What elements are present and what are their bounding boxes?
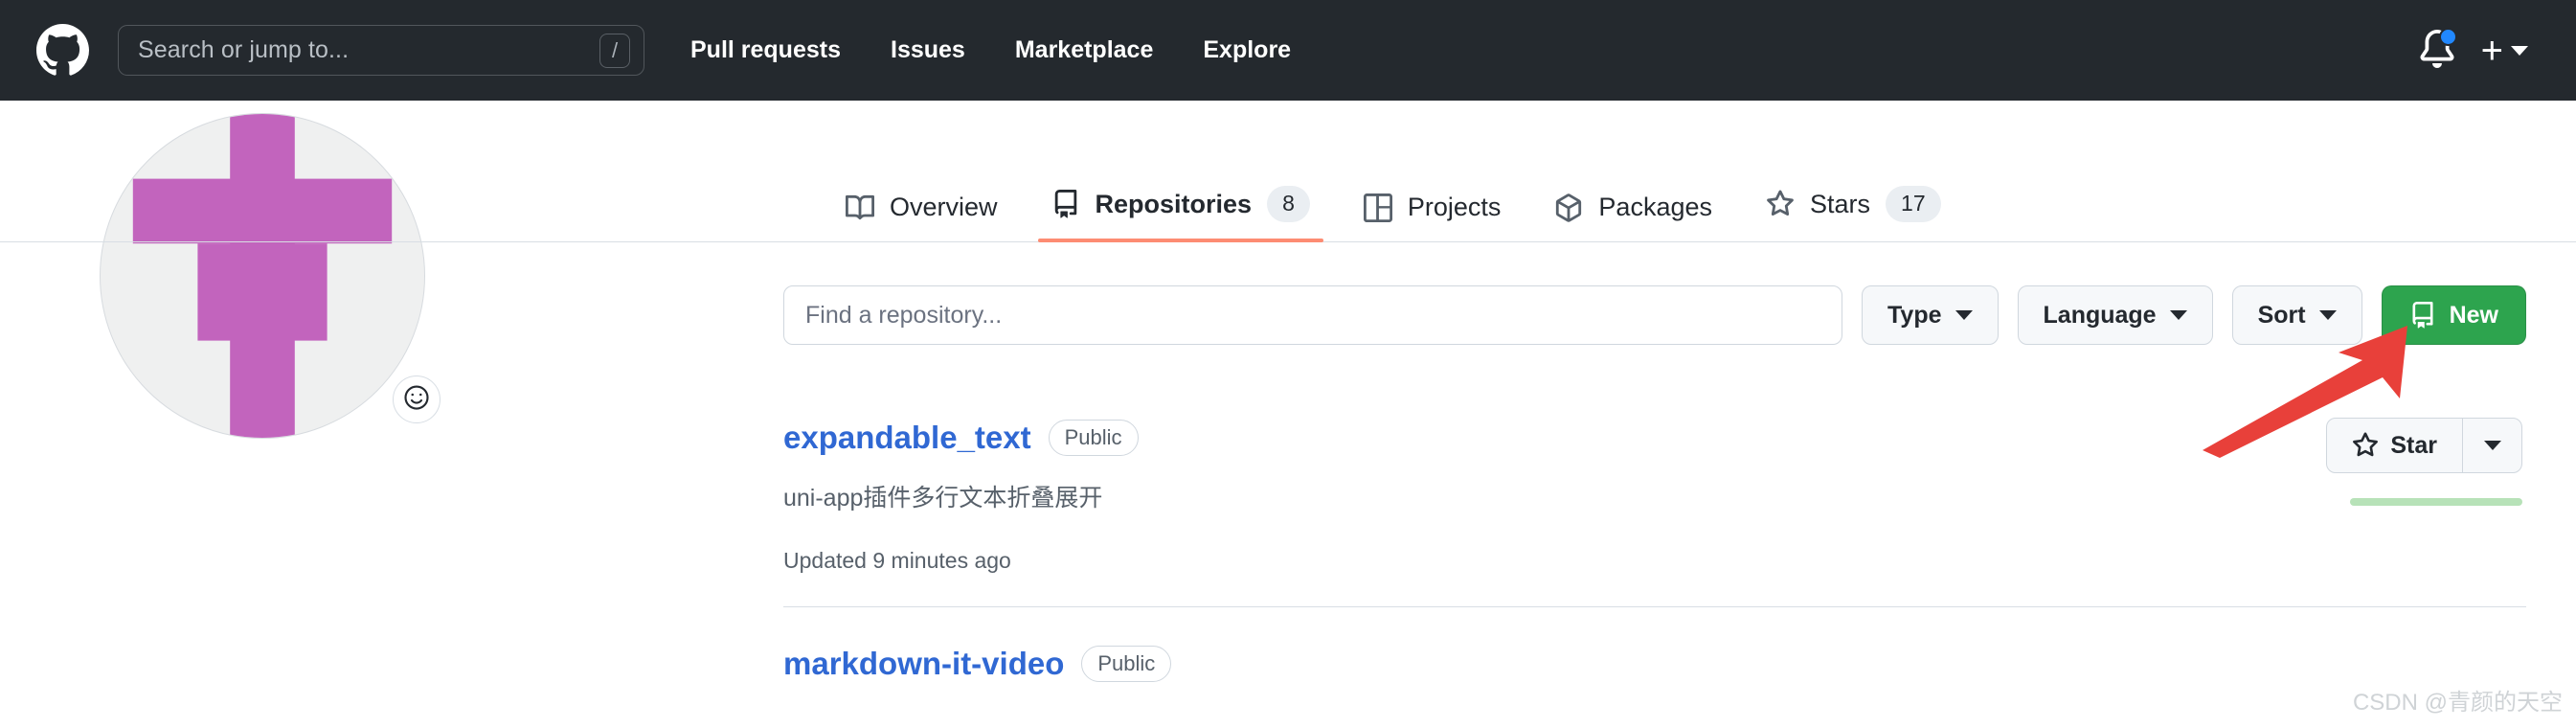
find-repository-placeholder: Find a repository... xyxy=(805,301,1003,329)
sort-filter-label: Sort xyxy=(2257,301,2306,329)
tab-label: Overview xyxy=(890,193,998,221)
tab-packages[interactable]: Packages xyxy=(1527,193,1739,241)
repository-list: expandable_text Public uni-app插件多行文本折叠展开… xyxy=(783,381,2526,728)
repository-description: uni-app插件多行文本折叠展开 xyxy=(783,485,1103,512)
star-button-label: Star xyxy=(2390,431,2437,459)
repository-heading: markdown-it-video Public xyxy=(783,646,2526,682)
chevron-down-icon xyxy=(2318,310,2337,320)
github-mark-icon[interactable] xyxy=(36,24,89,77)
language-filter-label: Language xyxy=(2043,301,2157,329)
repository-name-link[interactable]: expandable_text xyxy=(783,420,1031,456)
tab-label: Projects xyxy=(1407,193,1502,221)
notifications-button[interactable] xyxy=(2418,27,2457,72)
star-icon xyxy=(2352,432,2379,459)
repository-heading: expandable_text Public xyxy=(783,420,2526,456)
chevron-down-icon xyxy=(2511,45,2528,56)
tab-label: Repositories xyxy=(1095,189,1253,218)
search-placeholder: Search or jump to... xyxy=(138,36,350,63)
create-new-button[interactable]: + xyxy=(2480,29,2528,72)
package-icon xyxy=(1554,193,1583,222)
project-icon xyxy=(1363,193,1392,222)
notification-unread-dot xyxy=(2438,27,2457,46)
profile-tabs-bar: Overview Repositories 8 Projects Package… xyxy=(0,101,2576,242)
table-row: markdown-it-video Public xyxy=(783,606,2526,728)
repo-icon xyxy=(1051,190,1080,218)
sort-filter-button[interactable]: Sort xyxy=(2231,285,2362,345)
smiley-icon xyxy=(402,383,431,417)
status-button[interactable] xyxy=(393,375,441,423)
search-shortcut-key: / xyxy=(599,33,630,68)
repo-icon xyxy=(2409,302,2436,329)
star-icon xyxy=(1766,190,1795,218)
nav-item-pull-requests[interactable]: Pull requests xyxy=(677,36,866,64)
nav-item-issues[interactable]: Issues xyxy=(866,36,990,64)
type-filter-label: Type xyxy=(1887,301,1942,329)
tab-projects[interactable]: Projects xyxy=(1337,193,1528,241)
watermark: CSDN @青颜的天空 xyxy=(2352,690,2563,716)
language-filter-button[interactable]: Language xyxy=(2017,285,2213,345)
tab-overview[interactable]: Overview xyxy=(819,193,1025,241)
star-dropdown-button[interactable] xyxy=(2462,419,2521,472)
language-color-bar xyxy=(2350,498,2522,506)
tab-stars[interactable]: Stars 17 xyxy=(1739,186,1968,241)
nav-item-explore[interactable]: Explore xyxy=(1178,36,1316,64)
profile-tabs: Overview Repositories 8 Projects Package… xyxy=(819,186,1968,242)
tab-counter: 17 xyxy=(1886,186,1941,222)
status-badge: Public xyxy=(1081,646,1172,682)
header-actions: + xyxy=(2418,27,2540,72)
new-repository-button[interactable]: New xyxy=(2381,285,2526,345)
github-profile-repositories-page: Search or jump to... / Pull requests Iss… xyxy=(0,0,2576,728)
tab-label: Packages xyxy=(1598,193,1712,221)
repository-updated-time: Updated 9 minutes ago xyxy=(783,548,1011,573)
nav-item-marketplace[interactable]: Marketplace xyxy=(990,36,1179,64)
status-badge: Public xyxy=(1048,420,1139,456)
search-input[interactable]: Search or jump to... / xyxy=(118,25,644,76)
type-filter-button[interactable]: Type xyxy=(1862,285,1999,345)
primary-nav: Pull requests Issues Marketplace Explore xyxy=(677,36,1316,64)
book-icon xyxy=(846,193,874,222)
new-repository-label: New xyxy=(2449,301,2498,329)
repository-filter-row: Find a repository... Type Language Sort … xyxy=(783,285,2526,345)
chevron-down-icon xyxy=(2169,310,2187,320)
chevron-down-icon xyxy=(1955,310,1973,320)
plus-icon: + xyxy=(2480,29,2503,72)
repository-name-link[interactable]: markdown-it-video xyxy=(783,646,1064,682)
global-header: Search or jump to... / Pull requests Iss… xyxy=(0,0,2576,101)
star-button-group: Star xyxy=(2326,418,2522,473)
tab-counter: 8 xyxy=(1267,186,1310,222)
find-repository-input[interactable]: Find a repository... xyxy=(783,285,1843,345)
tab-repositories[interactable]: Repositories 8 xyxy=(1025,186,1337,242)
tab-label: Stars xyxy=(1810,189,1871,218)
star-button[interactable]: Star xyxy=(2327,419,2462,472)
chevron-down-icon xyxy=(2483,441,2501,450)
table-row: expandable_text Public uni-app插件多行文本折叠展开… xyxy=(783,381,2526,606)
